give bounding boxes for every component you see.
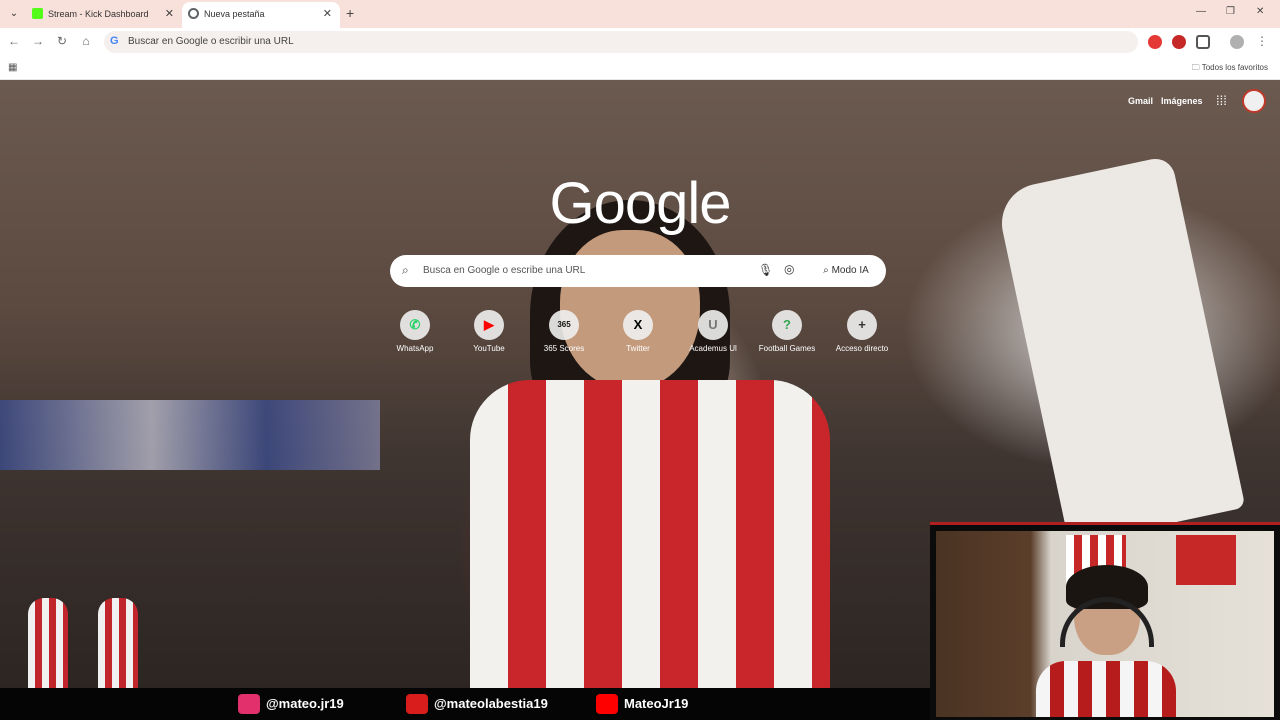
player-figure xyxy=(98,598,138,698)
shortcut-label: YouTube xyxy=(473,344,505,353)
back-icon[interactable]: ← xyxy=(6,34,22,48)
browser-toolbar: ← → ↻ ⌂ G Buscar en Google o escribir un… xyxy=(0,28,1280,56)
shortcut-label: Academus Ul xyxy=(689,344,737,353)
minimize-icon[interactable]: — xyxy=(1196,6,1206,17)
tab-new-tab[interactable]: Nueva pestaña ✕ xyxy=(182,2,340,28)
player-figure xyxy=(28,598,68,698)
tab-close-icon[interactable]: ✕ xyxy=(165,7,174,20)
microphone-icon[interactable]: 🎙 xyxy=(758,263,773,277)
shortcut-icon-circle: 365 xyxy=(549,310,579,340)
ai-mode-label: Modo IA xyxy=(831,265,869,276)
address-bar[interactable]: G Buscar en Google o escribir una URL xyxy=(104,31,1138,53)
365scores-icon: 365 xyxy=(557,320,571,329)
shortcut-tile[interactable]: 365 365 Scores xyxy=(527,310,601,353)
search-placeholder: Busca en Google o escribe una URL xyxy=(423,265,586,276)
shortcut-tile[interactable]: ✆ WhatsApp xyxy=(378,310,452,353)
kick-favicon-icon xyxy=(32,8,43,19)
folder-icon: 🗀 xyxy=(1191,63,1202,72)
all-bookmarks-label: Todos los favoritos xyxy=(1201,63,1268,72)
shortcut-icon-circle: + xyxy=(847,310,877,340)
restore-icon[interactable]: ❐ xyxy=(1226,6,1235,17)
social-handle-text: @mateolabestia19 xyxy=(434,696,548,711)
extension-adblock-icon[interactable] xyxy=(1148,35,1162,49)
webcam-feed xyxy=(930,522,1280,720)
stream-socials-bar: @mateo.jr19 @mateolabestia19 MateoJr19 xyxy=(0,688,930,720)
add-shortcut-icon: + xyxy=(858,317,866,332)
shortcut-icon-circle: ? xyxy=(772,310,802,340)
streamer xyxy=(1036,565,1176,717)
account-avatar[interactable] xyxy=(1242,89,1266,113)
address-bar-placeholder: Buscar en Google o escribir una URL xyxy=(128,36,294,47)
ai-mode-button[interactable]: ⌕ Modo IA xyxy=(814,260,878,282)
shortcut-icon-circle: U xyxy=(698,310,728,340)
shortcut-label: Football Games xyxy=(758,344,816,353)
instagram-icon xyxy=(238,694,260,714)
profile-avatar-icon[interactable] xyxy=(1230,35,1244,49)
google-apps-icon[interactable]: ⁞⁞⁞ xyxy=(1216,93,1227,108)
all-bookmarks-button[interactable]: 🗀 Todos los favoritos xyxy=(1192,62,1268,76)
social-handle-text: MateoJr19 xyxy=(624,696,689,711)
search-icon: ⌕ xyxy=(402,263,409,277)
shortcut-tile[interactable]: U Academus Ul xyxy=(676,310,750,353)
tab-search-chevron-icon[interactable]: ⌄ xyxy=(6,6,22,22)
search-box[interactable]: ⌕ Busca en Google o escribe una URL 🎙 ◎ … xyxy=(390,255,886,287)
x-twitter-icon: X xyxy=(633,317,643,332)
forward-icon[interactable]: → xyxy=(30,34,46,48)
shortcut-icon-circle: ✆ xyxy=(400,310,430,340)
tab-kick-dashboard[interactable]: Stream - Kick Dashboard ✕ xyxy=(26,2,182,28)
chrome-favicon-icon xyxy=(188,8,199,19)
youtube-icon xyxy=(596,694,618,714)
webcam-room xyxy=(936,531,1274,717)
google-lens-icon[interactable]: ◎ xyxy=(784,262,794,276)
shortcut-tile[interactable]: ? Football Games xyxy=(750,310,824,353)
streamer-jersey xyxy=(1036,661,1176,717)
tab-close-icon[interactable]: ✕ xyxy=(323,7,332,20)
shortcut-label: Acceso directo xyxy=(835,344,889,353)
tab-title: Nueva pestaña xyxy=(204,9,265,19)
wall-jersey xyxy=(1176,535,1236,585)
shortcut-tile[interactable]: ▶ YouTube xyxy=(452,310,526,353)
tab-strip: ⌄ Stream - Kick Dashboard ✕ Nueva pestañ… xyxy=(0,0,1280,28)
reload-icon[interactable]: ↻ xyxy=(54,34,70,48)
shortcut-icon-circle: X xyxy=(623,310,653,340)
football-games-icon: ? xyxy=(783,317,791,332)
shortcut-tile[interactable]: X Twitter xyxy=(601,310,675,353)
gmail-link[interactable]: Gmail xyxy=(1128,96,1153,106)
academus-icon: U xyxy=(708,317,718,332)
new-tab-plus-icon[interactable]: + xyxy=(346,5,354,21)
shortcut-icon-circle: ▶ xyxy=(474,310,504,340)
extensions-puzzle-icon[interactable] xyxy=(1196,35,1210,49)
more-menu-icon[interactable]: ⋮ xyxy=(1254,34,1270,48)
x-icon xyxy=(406,694,428,714)
shortcut-label: WhatsApp xyxy=(396,344,434,353)
tab-title: Stream - Kick Dashboard xyxy=(48,9,149,19)
apps-grid-icon[interactable]: ▦ xyxy=(8,62,17,73)
window-close-icon[interactable]: ✕ xyxy=(1256,6,1264,17)
home-icon[interactable]: ⌂ xyxy=(78,34,94,48)
social-handle-text: @mateo.jr19 xyxy=(266,696,344,711)
ai-mode-icon: ⌕ xyxy=(823,265,832,276)
google-logo: Google xyxy=(549,171,731,236)
extension-red-icon[interactable] xyxy=(1172,35,1186,49)
background-player-jersey xyxy=(470,380,830,720)
background-crowd xyxy=(0,400,380,470)
shortcut-tile[interactable]: + Acceso directo xyxy=(825,310,899,353)
youtube-icon: ▶ xyxy=(484,317,494,332)
whatsapp-icon: ✆ xyxy=(409,317,421,332)
bookmarks-bar: ▦ 🗀 Todos los favoritos xyxy=(0,56,1280,80)
google-g-icon: G xyxy=(110,35,119,47)
images-link[interactable]: Imágenes xyxy=(1161,96,1203,106)
shortcut-label: 365 Scores xyxy=(543,344,585,353)
shortcut-label: Twitter xyxy=(626,344,650,353)
